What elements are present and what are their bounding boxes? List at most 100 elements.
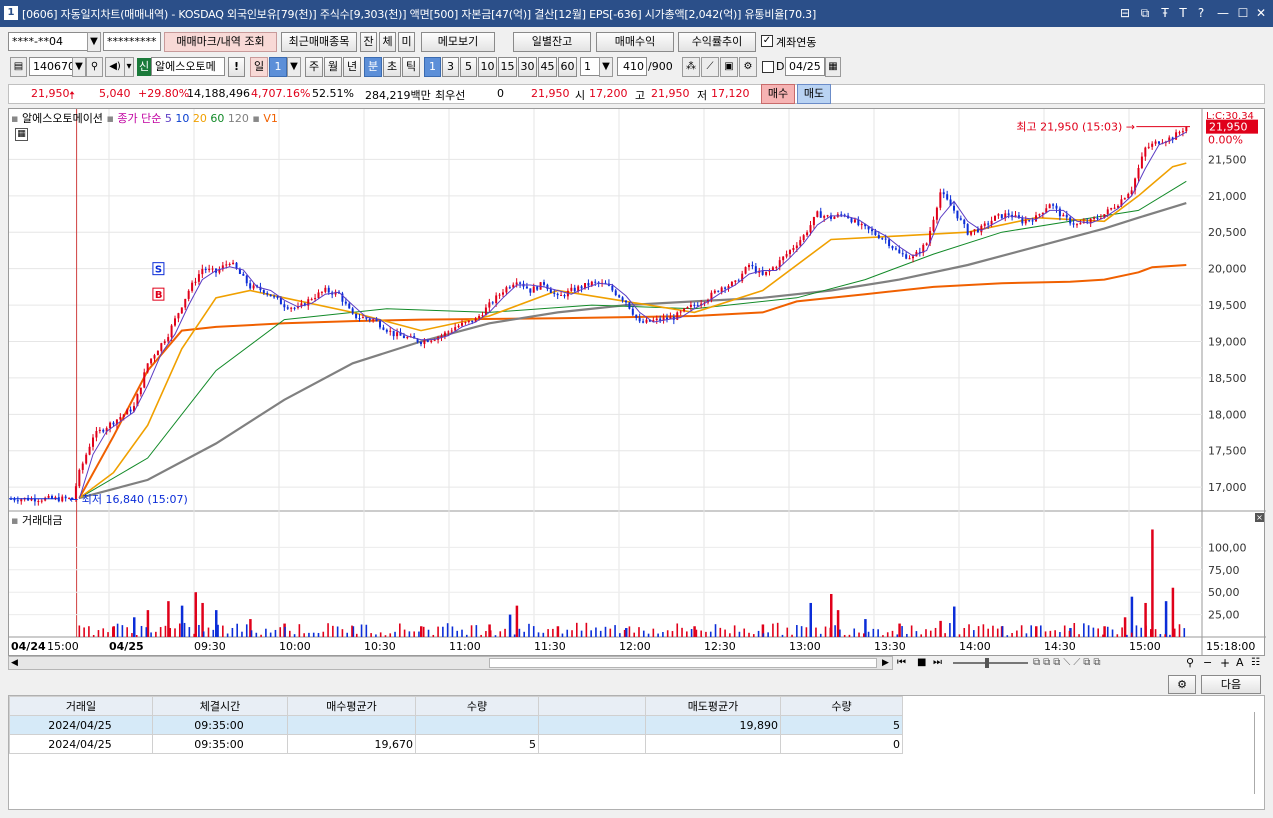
account-link-checkbox[interactable]: ✓ xyxy=(761,35,773,47)
next-button[interactable]: 다음 xyxy=(1201,675,1261,694)
trade-marks-query-button[interactable]: 매매마크/내역 조회 xyxy=(164,32,277,52)
volume-bar xyxy=(595,627,597,637)
stock-group-icon[interactable]: ▤ xyxy=(10,57,27,77)
scroll-right-icon[interactable]: ▶ xyxy=(882,658,889,668)
speaker-icon[interactable]: ◀) xyxy=(105,57,125,77)
col-sell-avg[interactable]: 매도평균가 xyxy=(645,696,781,716)
daily-balance-button[interactable]: 일별잔고 xyxy=(513,32,591,52)
grid-table-icon[interactable]: ▦ xyxy=(15,128,28,141)
minute-option-1[interactable]: 1 xyxy=(424,57,441,77)
candle-body xyxy=(1007,213,1010,215)
unfilled-button[interactable]: 미 xyxy=(398,32,415,52)
col-sell-qty[interactable]: 수량 xyxy=(780,696,903,716)
volume-bar xyxy=(174,628,176,637)
minute-option-5[interactable]: 5 xyxy=(460,57,477,77)
minute-option-60[interactable]: 60 xyxy=(558,57,577,77)
return-trend-button[interactable]: 수익률추이 xyxy=(678,32,756,52)
account-dropdown-icon[interactable]: ▼ xyxy=(87,32,101,52)
help-icon[interactable]: ? xyxy=(1194,5,1208,21)
custom-minute-dropdown-icon[interactable]: ▼ xyxy=(599,57,613,77)
speaker-dropdown-icon[interactable]: ▾ xyxy=(124,57,134,77)
col-buy-qty[interactable]: 수량 xyxy=(415,696,539,716)
minute-button[interactable]: 분 xyxy=(364,57,382,77)
table-row[interactable]: 2024/04/25 09:35:00 19,890 5 xyxy=(9,715,903,735)
password-field[interactable]: ********* xyxy=(103,32,161,51)
volume-bar xyxy=(303,633,305,637)
draw-tool-icon[interactable]: ⟋ xyxy=(701,57,719,77)
candle-body xyxy=(730,281,733,286)
last-bar-icon[interactable]: ⏭ xyxy=(933,656,942,670)
week-button[interactable]: 주 xyxy=(305,57,323,77)
close-panel-icon[interactable]: × xyxy=(1255,513,1264,522)
candle-body xyxy=(454,327,457,331)
trade-profit-button[interactable]: 매매수익 xyxy=(596,32,674,52)
magnifier-icon[interactable]: ⚲ xyxy=(1186,656,1194,670)
minimize-icon[interactable]: — xyxy=(1216,5,1230,21)
table-row[interactable]: 2024/04/25 09:35:00 19,670 5 0 xyxy=(9,734,903,754)
account-number-field[interactable]: ****-**04 xyxy=(8,32,88,51)
calendar-icon[interactable]: ▦ xyxy=(825,57,841,77)
maximize-icon[interactable]: ☐ xyxy=(1236,5,1250,21)
candle-body xyxy=(286,307,289,309)
date-field[interactable]: 04/25 xyxy=(785,57,825,76)
font-icon[interactable]: T xyxy=(1176,5,1190,21)
col-exec-time[interactable]: 체결시간 xyxy=(152,696,288,716)
memo-view-button[interactable]: 메모보기 xyxy=(421,32,495,52)
executed-button[interactable]: 체 xyxy=(379,32,396,52)
period-count-field[interactable]: 1 xyxy=(269,57,287,77)
minute-option-10[interactable]: 10 xyxy=(478,57,497,77)
sell-button[interactable]: 매도 xyxy=(797,84,831,104)
zoom-in-icon[interactable]: + xyxy=(1220,656,1230,670)
balance-button[interactable]: 잔 xyxy=(360,32,377,52)
grid-scrollbar[interactable] xyxy=(1254,712,1261,794)
save-icon[interactable]: ▣ xyxy=(720,57,738,77)
menu-icon[interactable]: ☷ xyxy=(1251,656,1260,670)
minute-option-3[interactable]: 3 xyxy=(442,57,459,77)
pin-icon[interactable]: Ŧ xyxy=(1158,5,1172,21)
period-dropdown-icon[interactable]: ▼ xyxy=(287,57,301,77)
second-button[interactable]: 초 xyxy=(383,57,401,77)
stop-icon[interactable]: ■ xyxy=(917,656,926,670)
minute-option-30[interactable]: 30 xyxy=(518,57,537,77)
gear-icon[interactable]: ⚙ xyxy=(739,57,757,77)
zoom-slider-handle[interactable] xyxy=(985,658,989,668)
year-button[interactable]: 년 xyxy=(343,57,361,77)
font-size-icon[interactable]: A xyxy=(1236,656,1244,670)
volume-bar xyxy=(748,632,750,637)
col-trade-date[interactable]: 거래일 xyxy=(9,696,153,716)
chart-tool-icons[interactable]: ⧉⧉⧉⟍⟋⧉⧉ xyxy=(1033,656,1104,670)
close-icon[interactable]: ✕ xyxy=(1254,5,1268,21)
period-day-button[interactable]: 일 xyxy=(250,57,268,77)
first-bar-icon[interactable]: ⏮ xyxy=(897,656,906,670)
tick-button[interactable]: 틱 xyxy=(402,57,420,77)
code-dropdown-icon[interactable]: ▼ xyxy=(72,57,86,77)
indicator-icon[interactable]: ⁂ xyxy=(682,57,700,77)
stock-name-field[interactable]: 알에스오토메 xyxy=(151,57,225,76)
custom-minute-field[interactable]: 1 xyxy=(580,57,600,76)
date-checkbox[interactable] xyxy=(762,61,774,73)
stock-code-input[interactable]: 140670 xyxy=(29,57,73,76)
candle-body xyxy=(1076,224,1078,226)
chart-scrollbar[interactable]: ◀ ▶ xyxy=(8,656,893,670)
col-buy-avg[interactable]: 매수평균가 xyxy=(287,696,416,716)
recent-trades-button[interactable]: 최근매매종목 xyxy=(281,32,357,52)
candle-body xyxy=(912,256,914,259)
minute-option-15[interactable]: 15 xyxy=(498,57,517,77)
search-icon[interactable]: ⚲ xyxy=(86,57,103,77)
month-button[interactable]: 월 xyxy=(324,57,342,77)
candlestick-chart[interactable]: 21,500 21,000 20,500 20,000 19,500 19,000 18,5… xyxy=(9,109,1266,657)
buy-button[interactable]: 매수 xyxy=(761,84,795,104)
bar-count-field[interactable]: 410 xyxy=(617,57,647,76)
volume-bar xyxy=(92,635,95,637)
minute-option-45[interactable]: 45 xyxy=(538,57,557,77)
copy-window-icon[interactable]: ⧉ xyxy=(1138,5,1152,21)
alert-button[interactable]: ! xyxy=(228,57,245,77)
chart-area[interactable]: 21,500 21,000 20,500 20,000 19,500 19,000 18,5… xyxy=(8,108,1266,657)
scroll-thumb[interactable] xyxy=(489,658,877,668)
link-icon[interactable]: ⊟ xyxy=(1118,5,1132,21)
zoom-out-icon[interactable]: − xyxy=(1203,656,1212,670)
candle-body xyxy=(751,264,754,267)
scroll-left-icon[interactable]: ◀ xyxy=(11,658,18,668)
settings-gear-icon[interactable]: ⚙ xyxy=(1168,675,1196,694)
zoom-slider[interactable] xyxy=(953,662,1028,664)
